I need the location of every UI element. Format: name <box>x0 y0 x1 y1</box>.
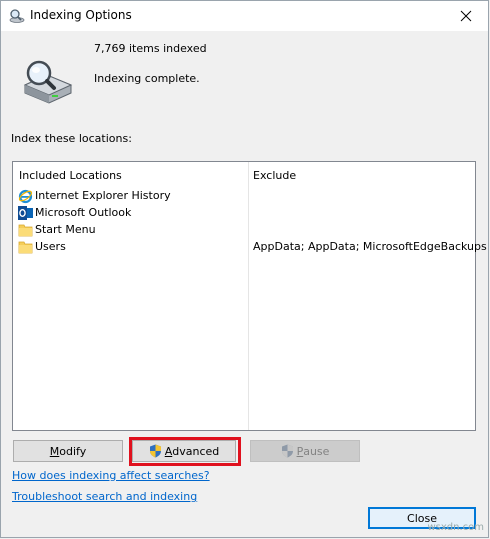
list-item[interactable]: Microsoft Outlook <box>13 205 475 222</box>
items-indexed-count: 7,769 items indexed <box>94 42 207 55</box>
exclude-header[interactable]: Exclude <box>253 169 296 182</box>
list-item[interactable]: Users AppData; AppData; MicrosoftEdgeBac… <box>13 239 487 256</box>
modify-button[interactable]: Modify <box>13 440 123 462</box>
list-item[interactable]: Start Menu <box>13 222 475 239</box>
window-title: Indexing Options <box>30 8 132 22</box>
highlight-box <box>129 437 241 466</box>
outlook-icon <box>18 205 33 221</box>
watermark: wsxdn.com <box>427 522 484 533</box>
troubleshoot-link[interactable]: Troubleshoot search and indexing <box>12 490 197 503</box>
pause-button[interactable]: Pause <box>250 440 360 462</box>
folder-icon <box>18 239 33 255</box>
indexing-drive-icon <box>21 59 73 105</box>
close-window-button[interactable] <box>444 1 488 31</box>
internet-explorer-icon <box>18 188 33 204</box>
list-item[interactable]: Internet Explorer History <box>13 188 475 205</box>
location-label: Microsoft Outlook <box>35 206 132 219</box>
included-locations-header[interactable]: Included Locations <box>19 169 122 182</box>
pause-accelerator: P <box>296 444 304 458</box>
location-label: Start Menu <box>35 223 96 236</box>
modify-label: odify <box>59 444 87 458</box>
index-locations-label: Index these locations: <box>11 132 132 145</box>
folder-icon <box>18 222 33 238</box>
magnifier-icon <box>9 8 25 24</box>
how-indexing-affects-searches-link[interactable]: How does indexing affect searches? <box>12 469 210 482</box>
uac-shield-icon <box>281 444 293 458</box>
modify-accelerator: M <box>49 444 60 458</box>
location-label: Users <box>35 240 66 253</box>
location-exclude: AppData; AppData; MicrosoftEdgeBackups <box>253 240 487 253</box>
pause-label: ause <box>303 444 330 458</box>
location-label: Internet Explorer History <box>35 189 171 202</box>
title-bar[interactable]: Indexing Options <box>1 1 488 31</box>
indexing-status: Indexing complete. <box>94 72 200 85</box>
locations-list[interactable]: Included Locations Exclude Internet Expl… <box>12 161 487 431</box>
close-icon <box>460 10 472 22</box>
indexing-options-window: Indexing Options 7,769 items indexed Ind… <box>0 0 489 538</box>
